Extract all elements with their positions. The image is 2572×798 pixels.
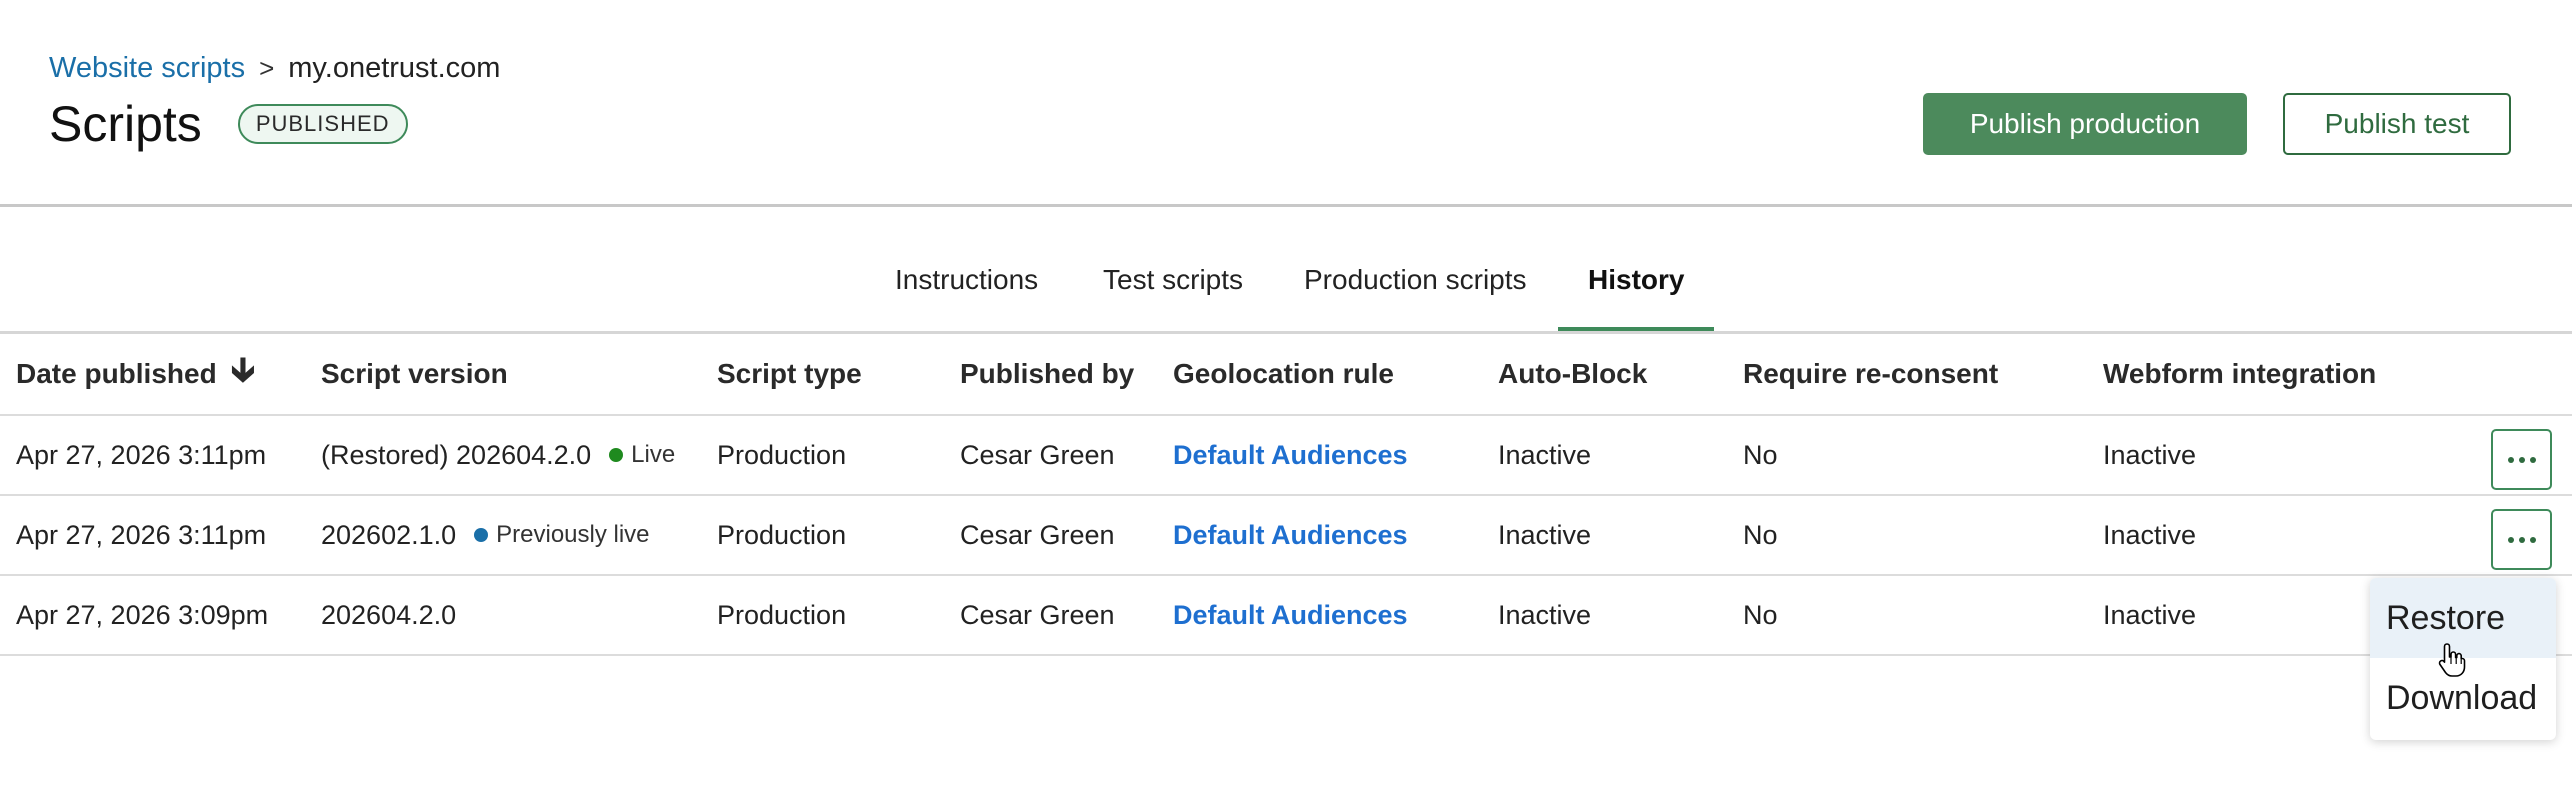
cell-require-reconsent: No [1743, 599, 1778, 630]
more-dot-icon [2507, 456, 2514, 463]
breadcrumb-separator: > [259, 53, 275, 83]
cell-auto-block: Inactive [1498, 439, 1592, 470]
tab-instructions[interactable]: Instructions [865, 258, 1068, 326]
cell-version: (Restored) 202604.2.0 Live [321, 416, 675, 494]
breadcrumb-website-scripts-link[interactable]: Website scripts [49, 52, 245, 85]
cell-published-by: Cesar Green [960, 439, 1115, 470]
table-row: Apr 27, 2026 3:11pm 202602.1.0 Previousl… [0, 496, 2572, 576]
breadcrumb: Website scripts > my.onetrust.com [49, 52, 500, 85]
hand-pointer-cursor-icon [2438, 643, 2466, 677]
table-header-row: Date published 🡳 Script version Script t… [0, 334, 2572, 416]
status-dot-icon [609, 448, 624, 462]
cell-require-reconsent: No [1743, 519, 1778, 550]
more-dot-icon [2518, 536, 2525, 543]
breadcrumb-current: my.onetrust.com [288, 52, 501, 84]
title-row: Scripts PUBLISHED [49, 96, 408, 152]
row-actions-button[interactable] [2491, 429, 2552, 490]
publish-test-button[interactable]: Publish test [2283, 93, 2511, 155]
header-divider [0, 204, 2572, 207]
tab-test-scripts[interactable]: Test scripts [1073, 258, 1273, 326]
more-dot-icon [2507, 536, 2514, 543]
version-text: 202602.1.0 [321, 519, 457, 550]
column-header-script-type: Script type [717, 358, 862, 389]
more-dot-icon [2529, 456, 2536, 463]
cell-type: Production [717, 519, 847, 550]
cell-published-by: Cesar Green [960, 599, 1115, 630]
scripts-history-page: Website scripts > my.onetrust.com Script… [0, 0, 2572, 798]
table-row: Apr 27, 2026 3:11pm (Restored) 202604.2.… [0, 416, 2572, 496]
geolocation-rule-link[interactable]: Default Audiences [1173, 496, 1408, 574]
tab-production-scripts[interactable]: Production scripts [1274, 258, 1557, 326]
column-header-geolocation-rule: Geolocation rule [1173, 358, 1394, 389]
cell-type: Production [717, 599, 847, 630]
geolocation-rule-link[interactable]: Default Audiences [1173, 416, 1408, 494]
cell-type: Production [717, 439, 847, 470]
table-row: Apr 27, 2026 3:09pm 202604.2.0 Productio… [0, 576, 2572, 656]
cell-date: Apr 27, 2026 3:09pm [16, 599, 269, 630]
tab-history[interactable]: History [1558, 258, 1715, 332]
column-header-script-version: Script version [321, 358, 508, 389]
cell-version: 202604.2.0 [321, 599, 457, 630]
column-header-auto-block: Auto-Block [1498, 358, 1648, 389]
column-header-published-by: Published by [960, 358, 1135, 389]
more-dot-icon [2529, 536, 2536, 543]
cell-date: Apr 27, 2026 3:11pm [16, 519, 267, 550]
cell-published-by: Cesar Green [960, 519, 1115, 550]
column-header-date-published[interactable]: Date published 🡳 [16, 334, 255, 414]
page-title: Scripts [49, 96, 202, 152]
column-header-label: Date published [16, 358, 217, 389]
more-dot-icon [2518, 456, 2525, 463]
cell-require-reconsent: No [1743, 439, 1778, 470]
cell-webform: Inactive [2103, 439, 2197, 470]
cell-version: 202602.1.0 Previously live [321, 496, 650, 574]
row-actions-button[interactable] [2491, 509, 2552, 570]
status-label: Live [631, 441, 676, 468]
cell-date: Apr 27, 2026 3:11pm [16, 439, 267, 470]
status-label: Previously live [496, 521, 650, 548]
geolocation-rule-link[interactable]: Default Audiences [1173, 576, 1408, 654]
cell-webform: Inactive [2103, 519, 2197, 550]
publish-production-button[interactable]: Publish production [1923, 93, 2247, 155]
cell-webform: Inactive [2103, 599, 2197, 630]
arrow-down-icon[interactable]: 🡳 [231, 346, 255, 403]
column-header-webform-integration: Webform integration [2103, 358, 2377, 389]
version-text: (Restored) 202604.2.0 [321, 439, 592, 470]
cell-auto-block: Inactive [1498, 519, 1592, 550]
tab-bar: Instructions Test scripts Production scr… [0, 258, 2572, 332]
cell-auto-block: Inactive [1498, 599, 1592, 630]
status-badge: PUBLISHED [237, 104, 408, 144]
column-header-require-reconsent: Require re-consent [1743, 358, 1999, 389]
status-dot-icon [474, 528, 489, 542]
